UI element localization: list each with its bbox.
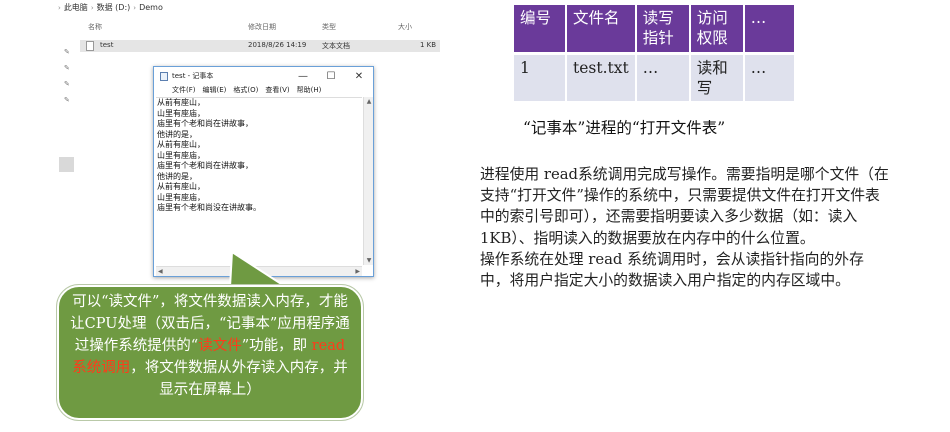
table-cell-more: … [743, 51, 794, 101]
open-file-table: 编号 文件名 读写指针 访问权限 … 1 test.txt … 读和写 … [514, 5, 794, 101]
file-name: test [100, 41, 114, 49]
breadcrumb-item-folder[interactable]: Demo [139, 3, 163, 12]
breadcrumb-item-this-pc[interactable]: 此电脑 [64, 2, 88, 13]
table-header-id: 编号 [514, 5, 567, 53]
callout-highlight-read-file: 读文件 [198, 338, 242, 354]
chevron-right-icon: › [133, 3, 137, 12]
table-row: 1 test.txt … 读和写 … [514, 51, 794, 101]
window-controls: — ☐ ✕ [289, 71, 373, 82]
chevron-right-icon: › [90, 3, 94, 12]
text-line: 山里有座庙， [157, 192, 205, 202]
pin-icon: ✎ [64, 64, 70, 72]
text-line: 从前有座山， [157, 182, 205, 191]
callout-text: ，将文件数据从外存读入内存，并显示在屏幕上） [130, 360, 348, 398]
table-header-more: … [743, 5, 794, 53]
file-size: 1 KB [420, 41, 437, 49]
text-line: 庙里有个老和尚在讲故事， [157, 119, 253, 128]
notepad-title-bar: test - 记事本 — ☐ ✕ [154, 67, 373, 85]
file-modified: 2018/8/26 14:19 [248, 41, 307, 49]
file-explorer-window: › 此电脑 › 数据 (D:) › Demo 名称 修改日期 类型 大小 tes… [58, 0, 440, 58]
quick-access-pins: ✎ ✎ ✎ ✎ [64, 46, 74, 110]
breadcrumb: › 此电脑 › 数据 (D:) › Demo [58, 2, 163, 13]
column-headers: 名称 修改日期 类型 大小 [58, 22, 440, 34]
menu-help[interactable]: 帮助(H) [297, 85, 322, 97]
maximize-icon[interactable]: ☐ [317, 71, 345, 82]
table-header-filename: 文件名 [566, 5, 637, 53]
explanation-paragraph-1: 进程使用 read系统调用完成写操作。需要指明是哪个文件（在支持“打开文件”操作… [480, 166, 889, 247]
close-icon[interactable]: ✕ [345, 71, 373, 82]
text-line: 他讲的是， [157, 171, 197, 181]
table-cell-permission: 读和写 [689, 51, 745, 101]
pin-icon: ✎ [64, 80, 70, 88]
column-header-name[interactable]: 名称 [88, 22, 102, 32]
table-cell-rw-pointer: … [635, 51, 691, 101]
callout-text: ”功能，即 [241, 338, 312, 354]
text-line: 山里有座庙， [157, 150, 205, 160]
file-type: 文本文档 [322, 42, 350, 50]
notepad-title: test - 记事本 [172, 72, 214, 80]
callout-bubble: 可以“读文件”，将文件数据读入内存，才能让CPU处理（双击后，“记事本”应用程序… [56, 284, 364, 421]
explanation-paragraph-2: 操作系统在处理 read 系统调用时，会从读指针指向的外存中，将用户指定大小的数… [480, 250, 864, 290]
menu-file[interactable]: 文件(F) [172, 85, 196, 97]
notepad-menu-bar: 文件(F) 编辑(E) 格式(O) 查看(V) 帮助(H) [154, 85, 373, 97]
pin-icon: ✎ [64, 48, 70, 56]
notepad-text-area[interactable]: 从前有座山， 山里有座庙， 庙里有个老和尚在讲故事， 他讲的是， 从前有座山， 山里有座庙… [156, 97, 362, 265]
text-line: 他讲的是， [157, 129, 197, 139]
pin-icon: ✎ [64, 96, 70, 104]
text-file-icon [86, 41, 94, 51]
table-caption: “记事本”进程的“打开文件表” [523, 119, 726, 137]
vertical-scrollbar[interactable]: ▲ ▼ [363, 97, 373, 265]
text-line: 庙里有个老和尚在讲故事， [157, 161, 253, 170]
scroll-down-icon[interactable]: ▼ [364, 257, 374, 264]
menu-view[interactable]: 查看(V) [265, 85, 289, 97]
column-header-type[interactable]: 类型 [322, 22, 336, 32]
column-header-modified[interactable]: 修改日期 [248, 22, 276, 32]
column-header-size[interactable]: 大小 [398, 22, 412, 32]
callout-pointer [228, 250, 290, 288]
placeholder-square [59, 157, 74, 172]
scroll-right-icon[interactable]: ▶ [355, 267, 360, 277]
text-line: 山里有座庙， [157, 108, 205, 118]
breadcrumb-item-drive[interactable]: 数据 (D:) [97, 2, 131, 13]
explanation-text: 进程使用 read系统调用完成写操作。需要指明是哪个文件（在支持“打开文件”操作… [480, 164, 890, 291]
menu-format[interactable]: 格式(O) [233, 85, 258, 97]
chevron-right-icon: › [58, 3, 61, 12]
notepad-window: test - 记事本 — ☐ ✕ 文件(F) 编辑(E) 格式(O) 查看(V)… [153, 66, 374, 277]
file-row-test[interactable]: test 2018/8/26 14:19 文本文档 1 KB [80, 40, 440, 52]
text-line: 庙里有个老和尚没在讲故事。 [157, 203, 261, 212]
scroll-left-icon[interactable]: ◀ [158, 267, 163, 277]
notepad-icon [160, 71, 168, 81]
text-line: 从前有座山， [157, 140, 205, 149]
scroll-up-icon[interactable]: ▲ [364, 98, 374, 105]
table-cell-filename: test.txt [566, 51, 637, 101]
table-header-row: 编号 文件名 读写指针 访问权限 … [514, 5, 794, 53]
minimize-icon[interactable]: — [289, 71, 317, 82]
table-cell-id: 1 [514, 51, 567, 101]
table-header-permission: 访问权限 [689, 5, 745, 53]
text-line: 从前有座山， [157, 98, 205, 107]
table-header-rw-pointer: 读写指针 [635, 5, 691, 53]
menu-edit[interactable]: 编辑(E) [203, 85, 227, 97]
